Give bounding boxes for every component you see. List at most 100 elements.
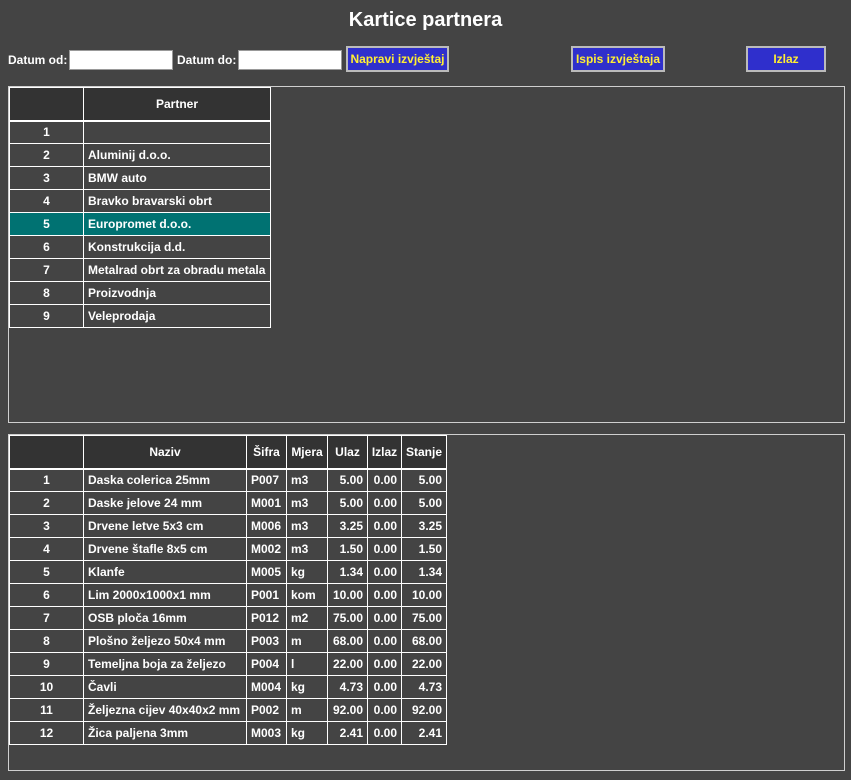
partner-name-cell[interactable]	[83, 119, 271, 144]
item-izlaz-cell[interactable]: 0.00	[367, 560, 402, 584]
partner-row-number[interactable]: 2	[9, 143, 84, 167]
item-row-number[interactable]: 10	[9, 675, 84, 699]
item-sifra-cell[interactable]: P002	[246, 698, 287, 722]
item-row[interactable]: 5 Klanfe M005 kg 1.34 0.00 1.34	[9, 560, 447, 584]
item-row-number[interactable]: 2	[9, 491, 84, 515]
items-header-stanje[interactable]: Stanje	[401, 435, 447, 469]
item-stanje-cell[interactable]: 1.34	[401, 560, 447, 584]
partner-row[interactable]: 3 BMW auto	[9, 166, 271, 190]
item-ulaz-cell[interactable]: 5.00	[327, 491, 368, 515]
item-mjera-cell[interactable]: m2	[286, 606, 328, 630]
item-stanje-cell[interactable]: 4.73	[401, 675, 447, 699]
item-izlaz-cell[interactable]: 0.00	[367, 698, 402, 722]
item-naziv-cell[interactable]: Daska colerica 25mm	[83, 467, 247, 492]
item-mjera-cell[interactable]: m3	[286, 467, 328, 492]
item-row-number[interactable]: 4	[9, 537, 84, 561]
item-ulaz-cell[interactable]: 4.73	[327, 675, 368, 699]
item-naziv-cell[interactable]: Čavli	[83, 675, 247, 699]
item-stanje-cell[interactable]: 75.00	[401, 606, 447, 630]
item-ulaz-cell[interactable]: 3.25	[327, 514, 368, 538]
item-sifra-cell[interactable]: M003	[246, 721, 287, 745]
partner-name-cell[interactable]: Europromet d.o.o.	[83, 212, 271, 236]
partner-name-cell[interactable]: Proizvodnja	[83, 281, 271, 305]
item-sifra-cell[interactable]: P003	[246, 629, 287, 653]
item-mjera-cell[interactable]: kg	[286, 721, 328, 745]
partner-row[interactable]: 8 Proizvodnja	[9, 281, 271, 305]
date-to-input[interactable]	[238, 50, 342, 70]
item-row[interactable]: 7 OSB ploča 16mm P012 m2 75.00 0.00 75.00	[9, 606, 447, 630]
partner-row[interactable]: 1	[9, 119, 271, 144]
item-naziv-cell[interactable]: Temeljna boja za željezo	[83, 652, 247, 676]
item-ulaz-cell[interactable]: 2.41	[327, 721, 368, 745]
item-izlaz-cell[interactable]: 0.00	[367, 629, 402, 653]
partner-row-number[interactable]: 9	[9, 304, 84, 328]
partner-name-cell[interactable]: Konstrukcija d.d.	[83, 235, 271, 259]
item-stanje-cell[interactable]: 22.00	[401, 652, 447, 676]
item-mjera-cell[interactable]: kg	[286, 560, 328, 584]
item-naziv-cell[interactable]: Plošno željezo 50x4 mm	[83, 629, 247, 653]
item-row-number[interactable]: 12	[9, 721, 84, 745]
item-row[interactable]: 10 Čavli M004 kg 4.73 0.00 4.73	[9, 675, 447, 699]
item-izlaz-cell[interactable]: 0.00	[367, 721, 402, 745]
item-sifra-cell[interactable]: P004	[246, 652, 287, 676]
item-row-number[interactable]: 8	[9, 629, 84, 653]
item-mjera-cell[interactable]: kom	[286, 583, 328, 607]
item-row-number[interactable]: 1	[9, 467, 84, 492]
item-row[interactable]: 1 Daska colerica 25mm P007 m3 5.00 0.00 5.00	[9, 467, 447, 492]
items-header-ulaz[interactable]: Ulaz	[327, 435, 368, 469]
item-izlaz-cell[interactable]: 0.00	[367, 514, 402, 538]
item-stanje-cell[interactable]: 68.00	[401, 629, 447, 653]
item-sifra-cell[interactable]: M004	[246, 675, 287, 699]
item-stanje-cell[interactable]: 5.00	[401, 467, 447, 492]
item-stanje-cell[interactable]: 5.00	[401, 491, 447, 515]
item-row[interactable]: 6 Lim 2000x1000x1 mm P001 kom 10.00 0.00 10.00	[9, 583, 447, 607]
partner-name-cell[interactable]: Bravko bravarski obrt	[83, 189, 271, 213]
partner-row[interactable]: 2 Aluminij d.o.o.	[9, 143, 271, 167]
item-row-number[interactable]: 3	[9, 514, 84, 538]
partner-name-cell[interactable]: BMW auto	[83, 166, 271, 190]
partner-row-number[interactable]: 6	[9, 235, 84, 259]
partner-row[interactable]: 5 Europromet d.o.o.	[9, 212, 271, 236]
partner-name-cell[interactable]: Aluminij d.o.o.	[83, 143, 271, 167]
item-stanje-cell[interactable]: 3.25	[401, 514, 447, 538]
item-ulaz-cell[interactable]: 22.00	[327, 652, 368, 676]
item-mjera-cell[interactable]: l	[286, 652, 328, 676]
items-header-izlaz[interactable]: Izlaz	[367, 435, 402, 469]
item-sifra-cell[interactable]: M006	[246, 514, 287, 538]
items-header-sifra[interactable]: Šifra	[246, 435, 287, 469]
partner-row-number[interactable]: 4	[9, 189, 84, 213]
date-from-input[interactable]	[69, 50, 173, 70]
item-ulaz-cell[interactable]: 1.34	[327, 560, 368, 584]
item-row-number[interactable]: 5	[9, 560, 84, 584]
item-mjera-cell[interactable]: m3	[286, 514, 328, 538]
item-izlaz-cell[interactable]: 0.00	[367, 491, 402, 515]
item-ulaz-cell[interactable]: 92.00	[327, 698, 368, 722]
item-mjera-cell[interactable]: m3	[286, 491, 328, 515]
partner-row-number[interactable]: 8	[9, 281, 84, 305]
item-izlaz-cell[interactable]: 0.00	[367, 583, 402, 607]
items-header-mjera[interactable]: Mjera	[286, 435, 328, 469]
item-sifra-cell[interactable]: M005	[246, 560, 287, 584]
item-ulaz-cell[interactable]: 1.50	[327, 537, 368, 561]
item-stanje-cell[interactable]: 10.00	[401, 583, 447, 607]
partner-row-number[interactable]: 7	[9, 258, 84, 282]
item-izlaz-cell[interactable]: 0.00	[367, 606, 402, 630]
item-row[interactable]: 3 Drvene letve 5x3 cm M006 m3 3.25 0.00 3.25	[9, 514, 447, 538]
item-mjera-cell[interactable]: m3	[286, 537, 328, 561]
item-row-number[interactable]: 7	[9, 606, 84, 630]
item-ulaz-cell[interactable]: 75.00	[327, 606, 368, 630]
partner-row[interactable]: 7 Metalrad obrt za obradu metala	[9, 258, 271, 282]
partner-row[interactable]: 4 Bravko bravarski obrt	[9, 189, 271, 213]
item-izlaz-cell[interactable]: 0.00	[367, 675, 402, 699]
partner-name-cell[interactable]: Veleprodaja	[83, 304, 271, 328]
item-row[interactable]: 4 Drvene štafle 8x5 cm M002 m3 1.50 0.00 1.50	[9, 537, 447, 561]
make-report-button[interactable]: Napravi izvještaj	[346, 46, 449, 72]
exit-button[interactable]: Izlaz	[746, 46, 826, 72]
item-ulaz-cell[interactable]: 5.00	[327, 467, 368, 492]
partner-row[interactable]: 9 Veleprodaja	[9, 304, 271, 328]
item-mjera-cell[interactable]: m	[286, 698, 328, 722]
item-sifra-cell[interactable]: M001	[246, 491, 287, 515]
print-report-button[interactable]: Ispis izvještaja	[571, 46, 665, 72]
item-sifra-cell[interactable]: P001	[246, 583, 287, 607]
item-izlaz-cell[interactable]: 0.00	[367, 652, 402, 676]
